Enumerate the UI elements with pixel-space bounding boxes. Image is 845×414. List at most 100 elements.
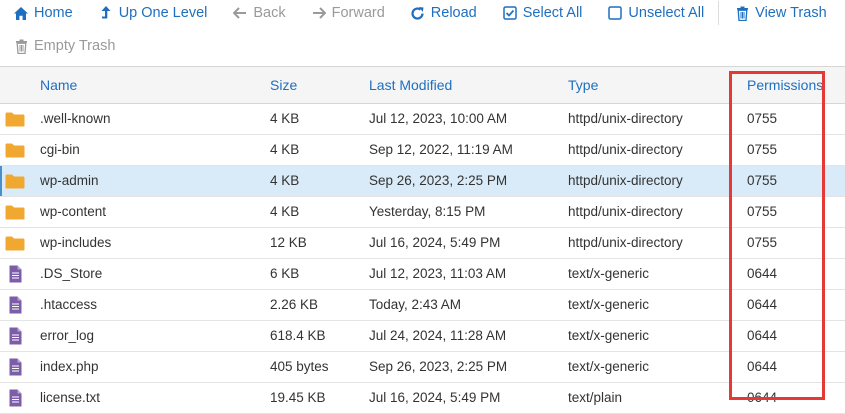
view-trash-label: View Trash [755,5,827,21]
file-manager-toolbar: Home Up One Level Back Forward Reload Se… [0,0,845,66]
file-last-modified: Jul 16, 2024, 5:49 PM [369,390,501,405]
file-permissions: 0644 [747,266,778,281]
file-icon [4,290,26,320]
file-permissions: 0755 [747,173,778,188]
toolbar-divider [718,1,720,25]
table-header: Name Size Last Modified Type Permissions [0,67,845,104]
file-permissions: 0755 [747,204,778,219]
file-name: wp-includes [40,235,112,250]
file-type: text/x-generic [568,328,650,343]
folder-icon [4,104,26,134]
file-list-table: Name Size Last Modified Type Permissions… [0,67,845,414]
table-row[interactable]: .well-known 4 KB Jul 12, 2023, 10:00 AM htt… [0,104,845,135]
file-name: wp-content [40,204,107,219]
table-row[interactable]: error_log 618.4 KB Jul 24, 2024, 11:28 AM t… [0,321,845,352]
file-size: 19.45 KB [270,390,326,405]
file-last-modified: Today, 2:43 AM [369,297,462,312]
column-header-type[interactable]: Type [568,67,598,103]
checkbox-checked-icon [502,5,518,21]
arrow-right-icon [311,5,327,21]
folder-icon [4,197,26,227]
file-type: httpd/unix-directory [568,111,683,126]
trash-icon [13,38,29,54]
empty-trash-label: Empty Trash [34,38,116,54]
trash-icon [734,5,750,21]
column-header-name[interactable]: Name [40,67,77,103]
forward-label: Forward [331,5,385,21]
up-one-level-button[interactable]: Up One Level [85,0,220,26]
table-row[interactable]: license.txt 19.45 KB Jul 16, 2024, 5:49 PM… [0,383,845,414]
file-size: 4 KB [270,173,300,188]
file-last-modified: Jul 24, 2024, 11:28 AM [369,328,507,343]
file-last-modified: Jul 12, 2023, 11:03 AM [369,266,507,281]
file-size: 405 bytes [270,359,329,374]
column-header-size[interactable]: Size [270,67,297,103]
file-type: httpd/unix-directory [568,173,683,188]
unselect-all-label: Unselect All [628,5,705,21]
checkbox-empty-icon [607,5,623,21]
select-all-label: Select All [522,5,583,21]
file-permissions: 0644 [747,359,778,374]
column-header-last-modified[interactable]: Last Modified [369,67,452,103]
file-permissions: 0644 [747,390,778,405]
reload-label: Reload [430,5,477,21]
empty-trash-button[interactable]: Empty Trash [0,33,127,59]
table-row[interactable]: cgi-bin 4 KB Sep 12, 2022, 11:19 AM httpd/u… [0,135,845,166]
unselect-all-button[interactable]: Unselect All [594,0,716,26]
back-label: Back [253,5,286,21]
up-one-level-label: Up One Level [118,5,208,21]
file-size: 4 KB [270,111,300,126]
file-size: 6 KB [270,266,300,281]
file-name: cgi-bin [40,142,80,157]
file-last-modified: Sep 26, 2023, 2:25 PM [369,173,508,188]
forward-button[interactable]: Forward [298,0,397,26]
file-icon [4,321,26,351]
table-row[interactable]: wp-content 4 KB Yesterday, 8:15 PM httpd/un… [0,197,845,228]
file-last-modified: Sep 26, 2023, 2:25 PM [369,359,508,374]
table-row[interactable]: index.php 405 bytes Sep 26, 2023, 2:25 PM t… [0,352,845,383]
file-type: httpd/unix-directory [568,204,683,219]
home-button[interactable]: Home [0,0,85,26]
back-button[interactable]: Back [219,0,297,26]
reload-button[interactable]: Reload [397,0,489,26]
table-row[interactable]: .htaccess 2.26 KB Today, 2:43 AM text/x-gen… [0,290,845,321]
file-permissions: 0644 [747,328,778,343]
file-type: text/x-generic [568,297,650,312]
file-permissions: 0755 [747,111,778,126]
file-size: 12 KB [270,235,307,250]
arrow-left-icon [232,5,248,21]
file-name: index.php [40,359,99,374]
file-name: .htaccess [40,297,98,312]
file-last-modified: Yesterday, 8:15 PM [369,204,486,219]
file-icon [4,383,26,413]
file-name: error_log [40,328,95,343]
file-type: httpd/unix-directory [568,235,683,250]
table-row[interactable]: .DS_Store 6 KB Jul 12, 2023, 11:03 AM text/… [0,259,845,290]
file-size: 2.26 KB [270,297,319,312]
table-body: .well-known 4 KB Jul 12, 2023, 10:00 AM htt… [0,104,845,414]
folder-icon [4,228,26,258]
home-icon [13,5,29,21]
file-permissions: 0755 [747,235,778,250]
file-last-modified: Jul 16, 2024, 5:49 PM [369,235,501,250]
refresh-icon [410,5,426,21]
file-permissions: 0755 [747,142,778,157]
file-size: 4 KB [270,204,300,219]
folder-icon [4,135,26,165]
file-type: text/x-generic [568,266,650,281]
table-row[interactable]: wp-admin 4 KB Sep 26, 2023, 2:25 PM httpd/u… [0,166,845,197]
file-name: .DS_Store [40,266,103,281]
table-row[interactable]: wp-includes 12 KB Jul 16, 2024, 5:49 PM htt… [0,228,845,259]
column-header-permissions[interactable]: Permissions [747,67,823,103]
file-name: wp-admin [40,173,99,188]
file-icon [4,352,26,382]
file-type: text/x-generic [568,359,650,374]
file-name: .well-known [40,111,111,126]
file-icon [4,259,26,289]
file-name: license.txt [40,390,101,405]
file-type: text/plain [568,390,623,405]
file-last-modified: Jul 12, 2023, 10:00 AM [369,111,508,126]
level-up-icon [98,5,114,21]
select-all-button[interactable]: Select All [489,0,595,26]
view-trash-button[interactable]: View Trash [721,0,838,26]
